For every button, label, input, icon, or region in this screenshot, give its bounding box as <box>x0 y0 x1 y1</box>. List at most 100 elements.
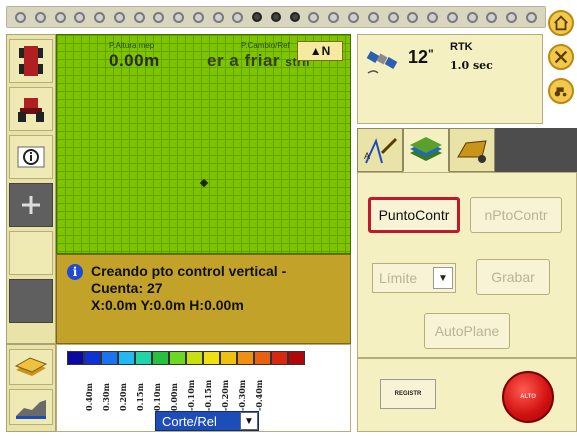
cutfill-label: P.Cambio/Ref <box>241 41 290 50</box>
lightbar-led <box>74 11 86 23</box>
lightbar-led <box>54 11 66 23</box>
tractor-icon <box>554 87 567 97</box>
tab-bar: A <box>357 128 577 172</box>
lightbar-led <box>506 11 518 23</box>
info-panel-icon <box>17 146 45 168</box>
scale-swatch <box>118 351 135 365</box>
profile-chart-icon <box>16 400 46 419</box>
lightbar-led <box>289 12 300 22</box>
scale-swatch <box>152 351 169 365</box>
surface-layer-icon <box>14 357 48 376</box>
empty-slot <box>9 231 53 275</box>
status-coordinates: X:0.0m Y:0.0m H:0.00m <box>91 297 244 313</box>
surface-view-button[interactable] <box>9 349 53 385</box>
tractor-top-icon <box>19 46 43 76</box>
log-button[interactable]: REGISTR <box>380 379 436 409</box>
autoplane-button[interactable]: AutoPlane <box>424 313 510 349</box>
lightbar-led <box>427 11 439 23</box>
scale-swatch <box>203 351 220 365</box>
scale-label: 0.10m <box>152 383 162 411</box>
utility-column <box>546 6 577 126</box>
info-icon: i <box>67 264 83 280</box>
left-toolbar <box>6 34 56 344</box>
survey-tools-icon: A <box>364 137 398 164</box>
scale-label: 0.30m <box>101 383 111 411</box>
tractor-front-icon <box>18 98 44 122</box>
tractor-front-button[interactable] <box>9 87 53 131</box>
lightbar-led <box>308 11 320 23</box>
lightbar-led <box>212 11 224 23</box>
view-mode-select[interactable]: Corte/Rel ▼ <box>155 411 259 431</box>
vehicle-position-marker <box>199 178 209 188</box>
chevron-down-icon: ▼ <box>433 267 453 289</box>
scale-swatch <box>135 351 152 365</box>
tab-terrain[interactable] <box>403 128 449 172</box>
tab-survey[interactable]: A <box>357 128 403 172</box>
height-value: 0.00m <box>109 51 160 70</box>
scale-label: -0.15m <box>203 379 213 411</box>
boundary-select[interactable]: Límite ▼ <box>372 263 456 293</box>
home-icon <box>554 15 568 31</box>
lightbar-led <box>192 11 204 23</box>
north-compass[interactable]: ▲N <box>297 41 343 61</box>
fix-type: RTK <box>450 41 473 53</box>
lightbar-led <box>15 11 26 23</box>
satellite-icon <box>366 51 398 74</box>
cutfill-value: er a friar strn <box>207 51 310 70</box>
lightbar-led <box>232 11 244 23</box>
svg-text:A: A <box>364 151 370 161</box>
scale-swatch <box>101 351 118 365</box>
lightbar-led <box>94 11 106 23</box>
lightbar-led <box>34 11 46 23</box>
lightbar-led <box>173 11 185 23</box>
action-panel: REGISTR ALTO <box>357 358 577 432</box>
scale-swatch <box>186 351 203 365</box>
display-frame: P.Altura mep 0.00m P.Cambio/Ref er a fri… <box>0 0 577 436</box>
scale-swatch <box>271 351 288 365</box>
plus-icon <box>22 196 40 214</box>
lightbar-led <box>466 11 478 23</box>
cutfill-color-scale: 0.40m 0.30m 0.20m 0.15m 0.10m 0.00m -0.10m -0.1… <box>56 344 351 432</box>
tractor-view-button[interactable] <box>9 39 53 83</box>
lightbar-led <box>407 11 419 23</box>
vehicle-button[interactable] <box>548 78 574 104</box>
lightbar-led <box>348 11 360 23</box>
stop-button[interactable]: ALTO <box>502 371 554 423</box>
tab-implement[interactable] <box>449 128 495 172</box>
lightbar-led <box>525 11 537 23</box>
correction-age: 1.0 sec <box>450 59 493 72</box>
scale-label: 0.20m <box>118 383 128 411</box>
profile-view-button[interactable] <box>9 389 53 425</box>
lightbar-led <box>113 11 125 23</box>
lightbar-led <box>252 12 263 22</box>
control-point-button[interactable]: PuntoContr <box>368 197 460 233</box>
map-view[interactable]: P.Altura mep 0.00m P.Cambio/Ref er a fri… <box>56 34 351 254</box>
scale-label: 0.40m <box>84 383 94 411</box>
height-label: P.Altura mep <box>109 41 155 50</box>
color-scale-bar <box>67 351 305 365</box>
color-scale-labels: 0.40m 0.30m 0.20m 0.15m 0.10m 0.00m -0.10m -0.1… <box>67 369 305 411</box>
scale-swatch <box>67 351 84 365</box>
satellite-count: 12" <box>408 47 434 67</box>
scale-swatch <box>84 351 101 365</box>
view-mode-panel <box>6 344 56 432</box>
gps-status-panel[interactable]: 12" RTK 1.0 sec <box>357 34 543 124</box>
scale-label <box>288 369 305 411</box>
status-message: Creando pto control vertical - <box>91 263 287 279</box>
zoom-in-button[interactable] <box>9 183 53 227</box>
record-button[interactable]: Grabar <box>476 259 550 295</box>
new-control-point-button[interactable]: nPtoContr <box>470 197 562 233</box>
lightbar-led <box>153 11 165 23</box>
settings-button[interactable] <box>548 44 574 70</box>
lightbar-led <box>133 11 145 23</box>
tools-icon <box>554 50 568 64</box>
lightbar-led <box>387 11 399 23</box>
scale-swatch <box>288 351 305 365</box>
chevron-down-icon: ▼ <box>240 412 258 430</box>
home-button[interactable] <box>548 10 574 36</box>
info-screen-button[interactable] <box>9 135 53 179</box>
terrain-layers-icon <box>410 137 442 161</box>
lightbar-led <box>270 12 281 22</box>
scale-label: -0.20m <box>220 379 230 411</box>
status-panel: i Creando pto control vertical - Cuenta:… <box>56 254 351 344</box>
